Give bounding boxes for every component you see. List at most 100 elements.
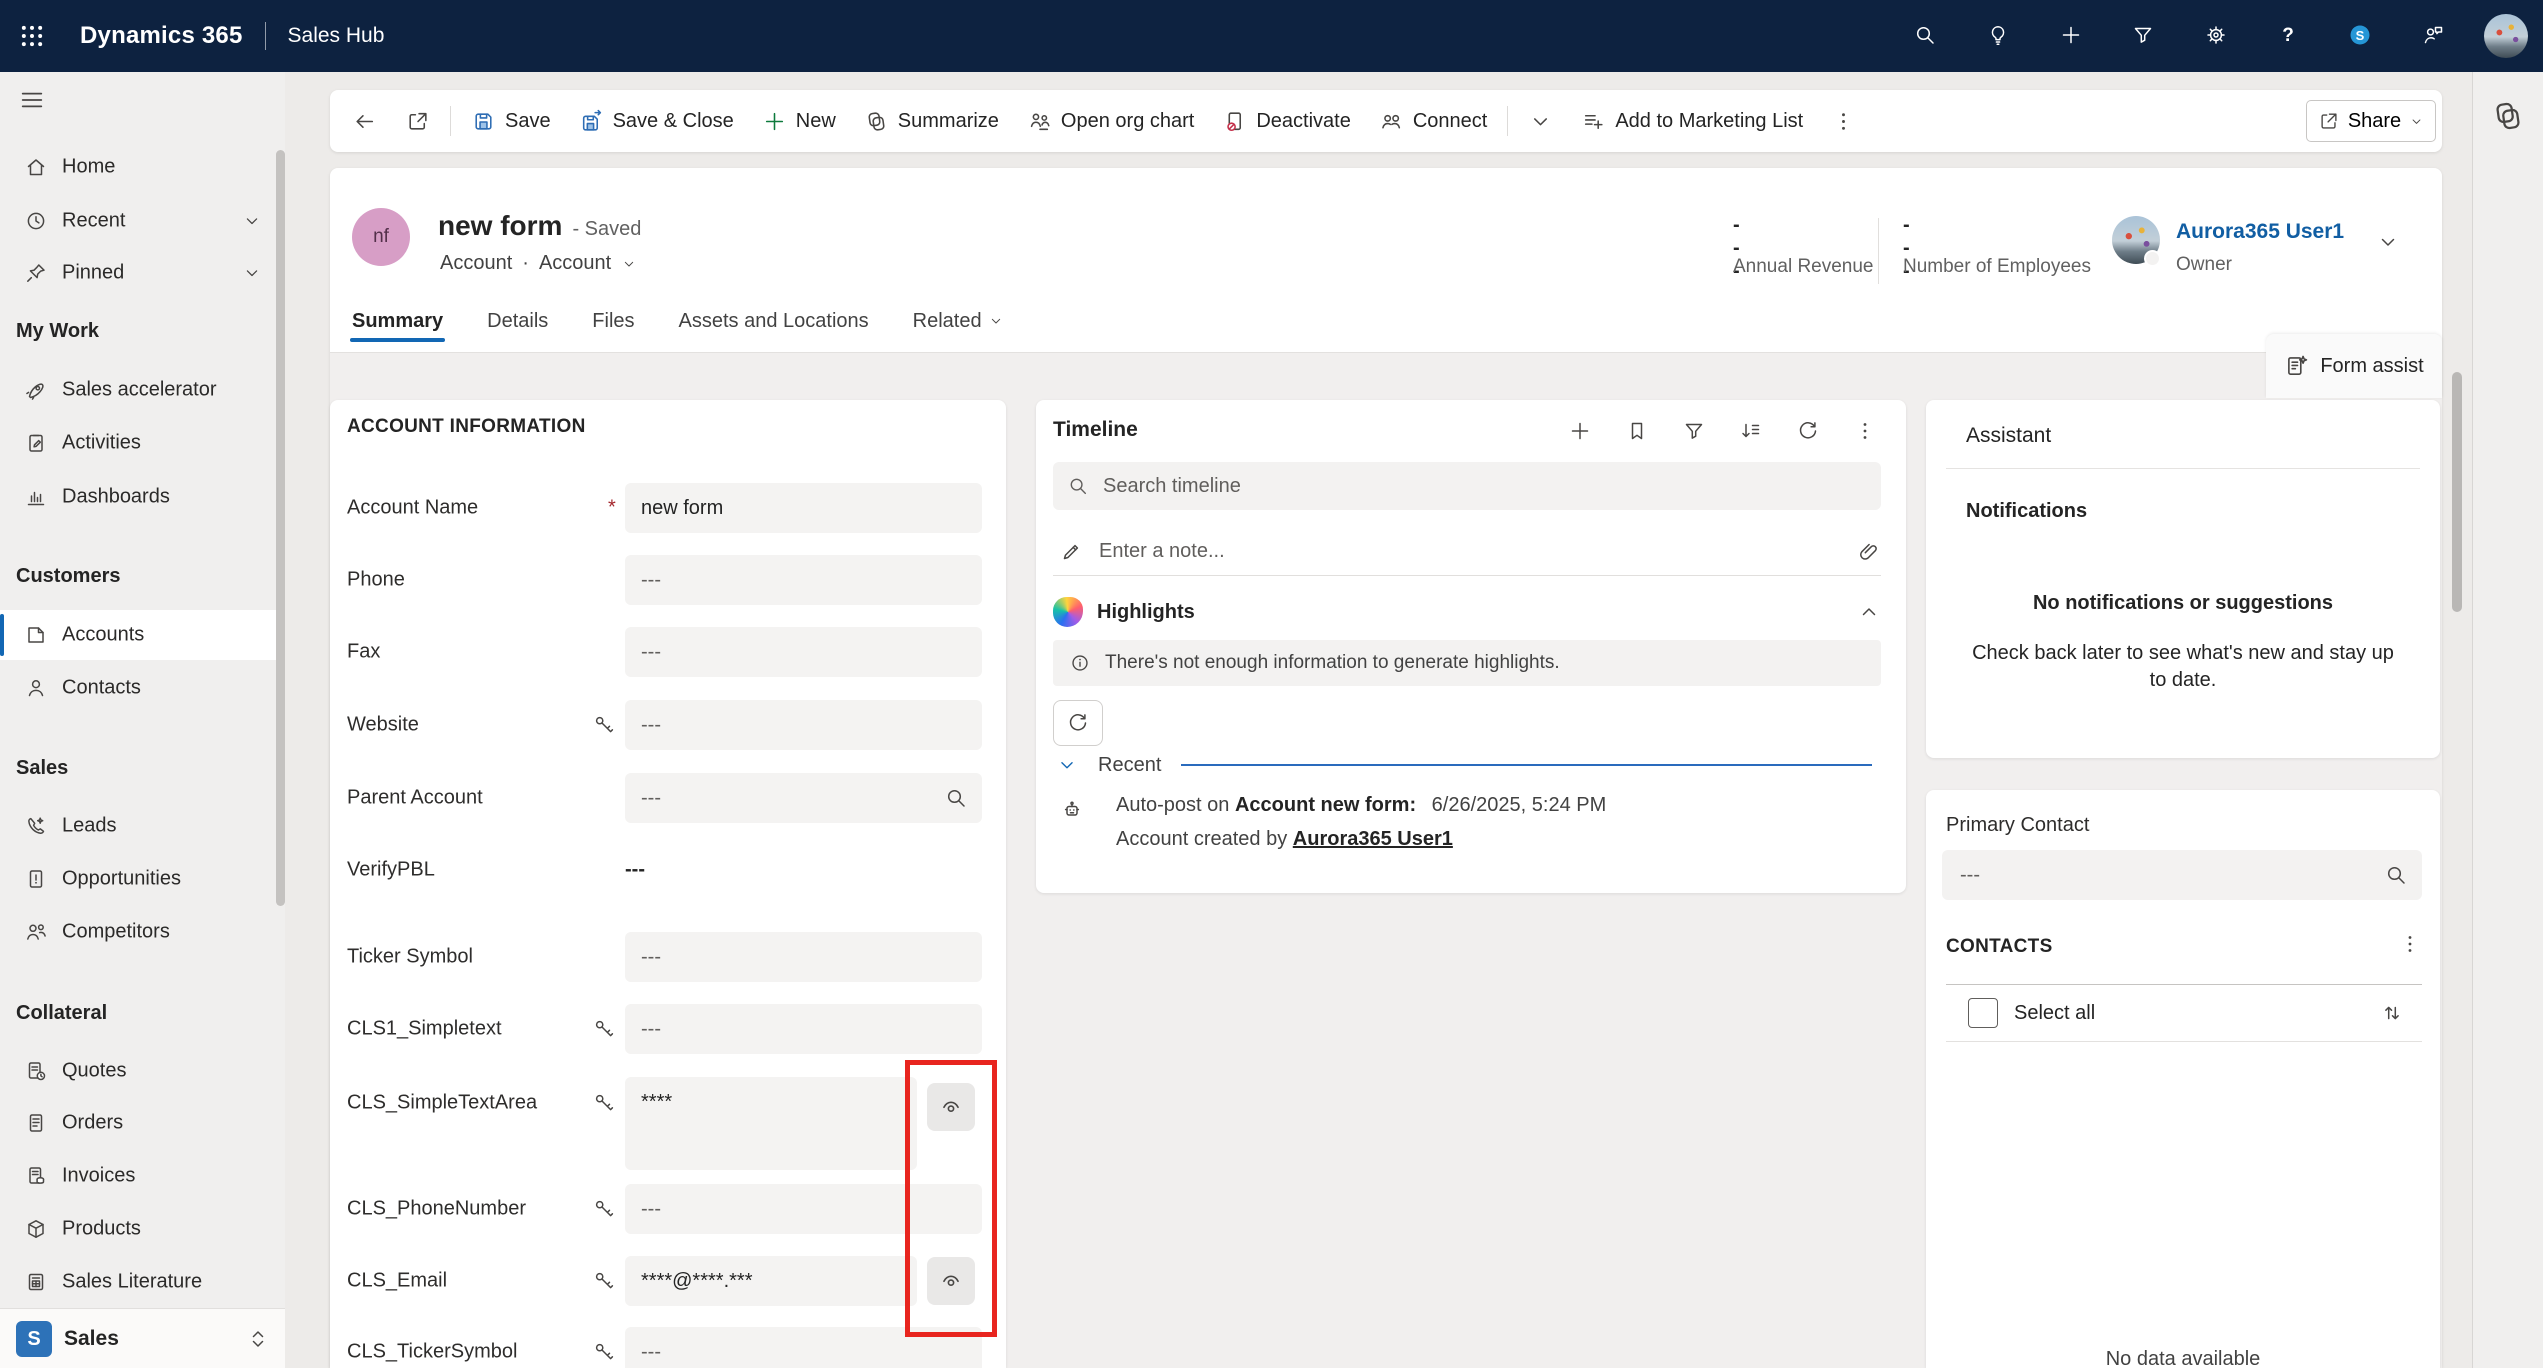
owner-link[interactable]: Aurora365 User1: [2176, 220, 2344, 244]
command-deactivate-button[interactable]: Deactivate: [1208, 100, 1365, 142]
header-collapse-chevron-icon[interactable]: [2376, 230, 2400, 254]
sidebar-item-pinned[interactable]: Pinned: [0, 248, 285, 298]
lightbulb-icon[interactable]: [1986, 23, 2010, 47]
command-popout-button[interactable]: [391, 100, 444, 142]
command-connect-button[interactable]: Connect: [1365, 100, 1502, 142]
rocket-icon: [24, 378, 48, 402]
copilot-icon[interactable]: [2490, 98, 2526, 134]
waffle-icon[interactable]: [18, 22, 46, 50]
field-input-cls-email[interactable]: ****@****.***: [625, 1256, 917, 1306]
sync-icon[interactable]: [1796, 419, 1820, 443]
note-input[interactable]: Enter a note...: [1053, 528, 1881, 576]
tab-related[interactable]: Related: [913, 310, 1004, 333]
field-input-phone[interactable]: ---: [625, 555, 982, 605]
tab-assets-and-locations[interactable]: Assets and Locations: [679, 310, 869, 333]
help-icon[interactable]: [2276, 23, 2300, 47]
sidebar-item-label: Dashboards: [62, 486, 170, 509]
timeline-search-input[interactable]: Search timeline: [1053, 462, 1881, 510]
command-back-button[interactable]: [338, 100, 391, 142]
sidebar-item-competitors[interactable]: Competitors: [0, 907, 285, 957]
highlights-header[interactable]: Highlights: [1053, 592, 1881, 632]
sidebar-item-accounts[interactable]: Accounts: [0, 610, 285, 660]
sidebar-item-invoices[interactable]: Invoices: [0, 1151, 285, 1201]
field-input-ticker-symbol[interactable]: ---: [625, 932, 982, 982]
user-avatar[interactable]: [2484, 14, 2528, 58]
more-vertical-icon: [1831, 109, 1856, 134]
chevron-up-icon[interactable]: [1857, 600, 1881, 624]
command-more-commands-button[interactable]: [1817, 100, 1870, 142]
chevron-down-icon: [2409, 114, 2424, 129]
share-button[interactable]: Share: [2306, 100, 2436, 142]
main-scrollbar[interactable]: [2452, 372, 2462, 612]
sidebar-item-label: Opportunities: [62, 868, 181, 891]
field-label: Website: [347, 714, 419, 737]
timeline-search-placeholder: Search timeline: [1103, 475, 1241, 498]
sidebar-item-sales-literature[interactable]: Sales Literature: [0, 1257, 285, 1307]
paperclip-icon[interactable]: [1857, 540, 1881, 564]
add-icon[interactable]: [2059, 23, 2083, 47]
command-save-button[interactable]: Save: [457, 100, 565, 142]
command-connect-dropdown-button[interactable]: [1514, 100, 1567, 142]
sidebar-item-orders[interactable]: Orders: [0, 1098, 285, 1148]
filter-icon[interactable]: [1682, 419, 1706, 443]
sidebar-scrollbar[interactable]: [276, 150, 285, 906]
bookmark-icon[interactable]: [1625, 419, 1649, 443]
command-new-button[interactable]: New: [748, 100, 850, 142]
top-navigation-bar: Dynamics 365 Sales Hub: [0, 0, 2543, 72]
command-add-to-marketing-list-button[interactable]: Add to Marketing List: [1567, 100, 1817, 142]
doc-clock-icon: [24, 1059, 48, 1083]
filter-icon[interactable]: [2131, 23, 2155, 47]
sort-icon[interactable]: [1739, 419, 1763, 443]
recent-group-header[interactable]: Recent: [1056, 750, 1882, 780]
field-input-account-name[interactable]: new form: [625, 483, 982, 533]
sidebar-item-opportunities[interactable]: Opportunities: [0, 854, 285, 904]
chevron-down-icon[interactable]: [621, 256, 637, 272]
highlights-refresh-button[interactable]: [1053, 700, 1103, 746]
sidebar-item-sales-accelerator[interactable]: Sales accelerator: [0, 365, 285, 415]
add-icon[interactable]: [1568, 419, 1592, 443]
primary-contact-lookup[interactable]: ---: [1942, 850, 2422, 900]
tab-details[interactable]: Details: [487, 310, 548, 333]
search-icon: [2384, 863, 2408, 887]
field-input-cls1-simpletext[interactable]: ---: [625, 1004, 982, 1054]
sidebar-item-products[interactable]: Products: [0, 1204, 285, 1254]
sidebar-item-dashboards[interactable]: Dashboards: [0, 472, 285, 522]
sidebar-item-leads[interactable]: Leads: [0, 801, 285, 851]
assistant-divider: [1946, 468, 2420, 469]
sidebar-item-recent[interactable]: Recent: [0, 196, 285, 246]
more-vertical-icon[interactable]: [1853, 419, 1877, 443]
app-name[interactable]: Sales Hub: [288, 24, 385, 48]
search-icon[interactable]: [944, 786, 968, 810]
feedback-icon[interactable]: [2421, 23, 2445, 47]
key-icon: [592, 713, 616, 737]
sidebar-item-quotes[interactable]: Quotes: [0, 1046, 285, 1096]
field-input-cls-simpletextarea[interactable]: ****: [625, 1077, 917, 1170]
hamburger-menu-icon[interactable]: [18, 86, 46, 114]
search-icon[interactable]: [1913, 23, 1937, 47]
command-open-org-chart-button[interactable]: Open org chart: [1013, 100, 1208, 142]
post-body-link[interactable]: Aurora365 User1: [1293, 828, 1453, 850]
tab-summary[interactable]: Summary: [352, 310, 443, 333]
field-input-parent-account[interactable]: ---: [625, 773, 982, 823]
sidebar-item-home[interactable]: Home: [0, 142, 285, 192]
command-summarize-button[interactable]: Summarize: [850, 100, 1013, 142]
field-input-website[interactable]: ---: [625, 700, 982, 750]
command-save-close-button[interactable]: Save & Close: [565, 100, 748, 142]
tab-files[interactable]: Files: [592, 310, 634, 333]
skype-icon[interactable]: [2348, 23, 2372, 47]
sidebar-item-activities[interactable]: Activities: [0, 418, 285, 468]
settings-icon[interactable]: [2204, 23, 2228, 47]
area-switcher[interactable]: S Sales: [0, 1308, 285, 1368]
sidebar-item-contacts[interactable]: Contacts: [0, 663, 285, 713]
field-row-fax: Fax---: [330, 627, 1006, 677]
command-label: New: [796, 110, 836, 133]
sort-arrows-icon[interactable]: [2380, 1001, 2404, 1025]
key-icon: [592, 1269, 616, 1293]
form-selector[interactable]: Account: [539, 252, 611, 275]
chevron-down-icon: [1528, 109, 1553, 134]
form-assist-button[interactable]: Form assist: [2266, 334, 2442, 398]
more-vertical-icon[interactable]: [2398, 932, 2422, 956]
field-input-fax[interactable]: ---: [625, 627, 982, 677]
select-all-checkbox[interactable]: [1968, 998, 1998, 1028]
brand-title[interactable]: Dynamics 365: [80, 22, 243, 50]
